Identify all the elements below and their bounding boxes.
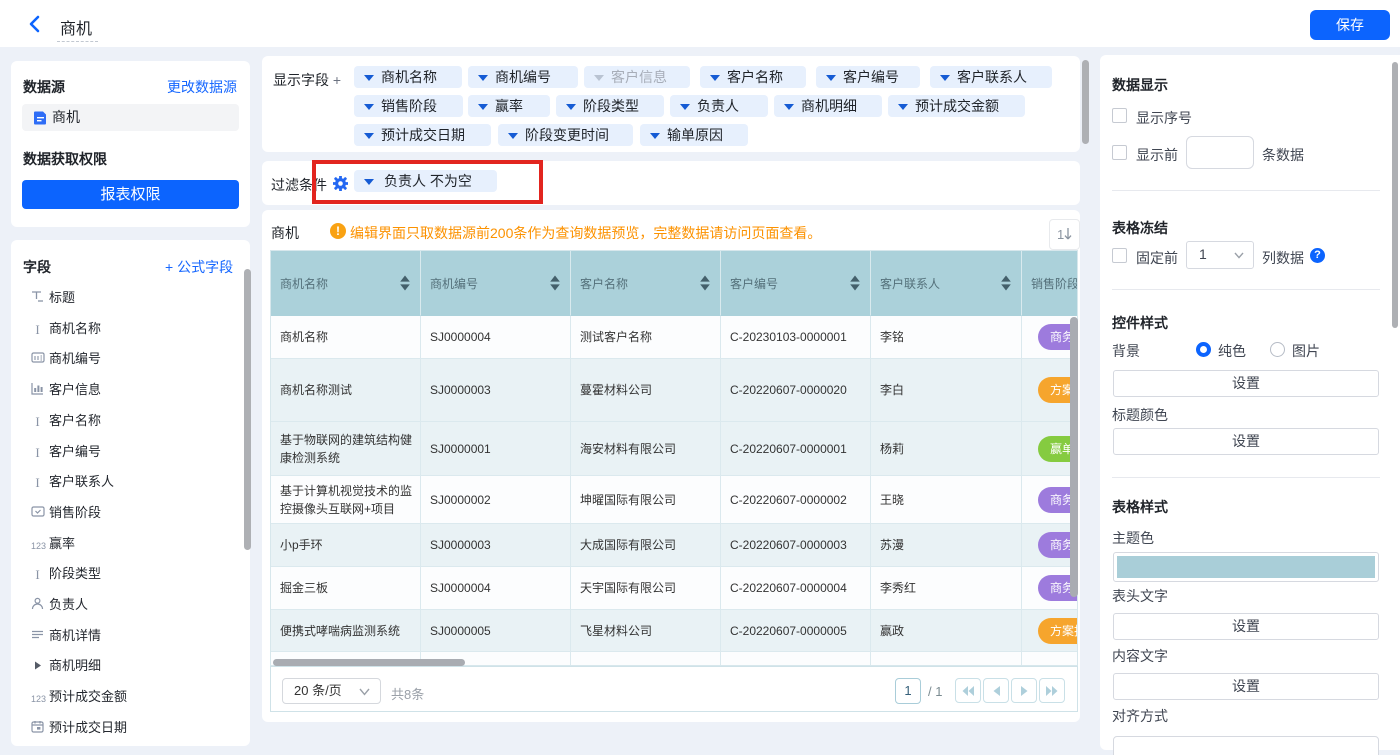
svg-text:1: 1	[1057, 227, 1064, 242]
